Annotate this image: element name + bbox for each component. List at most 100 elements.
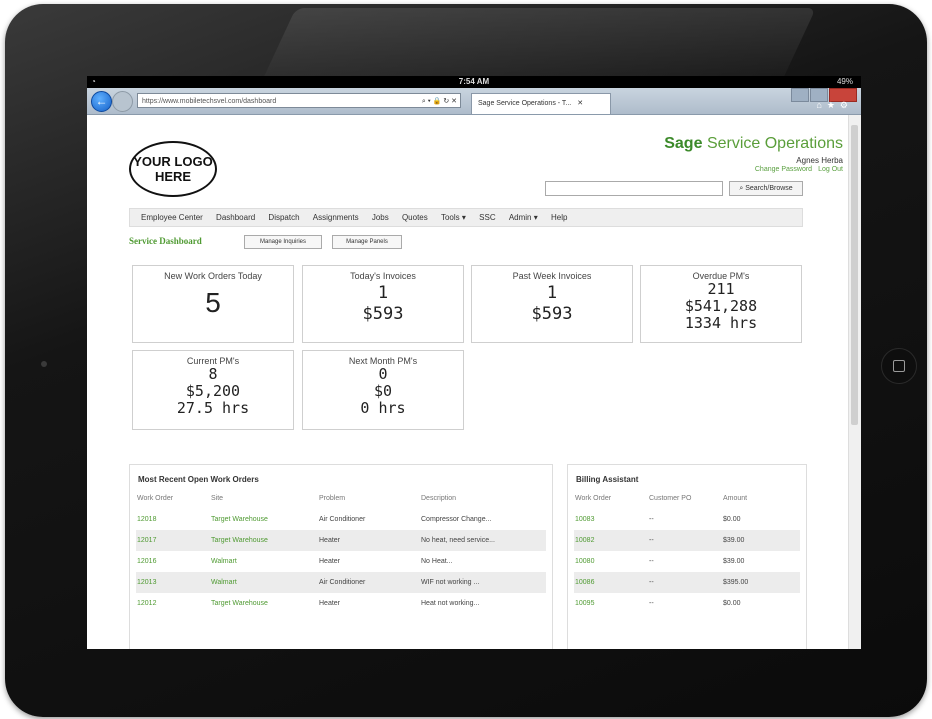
card-next-month-pms[interactable]: Next Month PM's 0 $0 0 hrs [302, 350, 464, 430]
card-overdue-pms[interactable]: Overdue PM's 211 $541,288 1334 hrs [640, 265, 802, 343]
description-cell: No Heat... [421, 558, 453, 565]
back-button[interactable]: ← [91, 91, 112, 112]
work-order-link[interactable]: 10082 [574, 530, 648, 551]
table-header: Work Order Site Problem Description [136, 488, 546, 509]
tab-title: Sage Service Operations - T... [478, 100, 572, 107]
search-browse-button[interactable]: ⌕ Search/Browse [729, 181, 803, 196]
table-row[interactable]: 12017 Target Warehouse Heater No heat, n… [136, 530, 546, 551]
browser-tab[interactable]: Sage Service Operations - T... ✕ [471, 93, 611, 114]
menu-help[interactable]: Help [551, 209, 567, 226]
card-current-pms[interactable]: Current PM's 8 $5,200 27.5 hrs [132, 350, 294, 430]
table-row[interactable]: 10080 -- $39.00 [574, 551, 800, 572]
card-title: Past Week Invoices [512, 271, 592, 281]
work-order-link[interactable]: 10083 [574, 509, 648, 530]
table-row[interactable]: 10095 -- $0.00 [574, 593, 800, 614]
table-row[interactable]: 10086 -- $395.00 [574, 572, 800, 593]
table-header: Work Order Customer PO Amount [574, 488, 800, 509]
col-site: Site [211, 495, 224, 502]
card-amount: $0 [373, 382, 393, 400]
card-count: 211 [707, 280, 735, 298]
battery-level: 49% [836, 77, 853, 86]
amount-cell: $0.00 [723, 600, 741, 607]
log-out-link[interactable]: Log Out [818, 166, 843, 173]
amount-cell: $0.00 [723, 516, 741, 523]
menu-quotes[interactable]: Quotes [402, 209, 428, 226]
card-count: 0 [378, 365, 388, 383]
page-title: Service Dashboard [129, 236, 202, 246]
table-row[interactable]: 12012 Target Warehouse Heater Heat not w… [136, 593, 546, 614]
card-past-week-invoices[interactable]: Past Week Invoices 1 $593 [471, 265, 633, 343]
table-row[interactable]: 10082 -- $39.00 [574, 530, 800, 551]
open-work-orders-panel: Most Recent Open Work Orders Work Order … [129, 464, 553, 649]
home-button[interactable] [881, 348, 917, 384]
menu-dashboard[interactable]: Dashboard [216, 209, 255, 226]
work-order-link[interactable]: 12013 [136, 572, 210, 593]
brand-rest: Service Operations [706, 135, 843, 152]
work-order-link[interactable]: 10086 [574, 572, 648, 593]
table-row[interactable]: 10083 -- $0.00 [574, 509, 800, 530]
amount-cell: $39.00 [723, 558, 745, 565]
card-new-work-orders[interactable]: New Work Orders Today 5 [132, 265, 294, 343]
site-link[interactable]: Walmart [210, 551, 318, 572]
menu-admin[interactable]: Admin ▾ [509, 209, 538, 226]
customer-po-cell: -- [649, 600, 654, 607]
status-bar: ◔ 7:54 AM 49% [87, 76, 861, 88]
menu-employee-center[interactable]: Employee Center [141, 209, 203, 226]
brand-title: Sage Service Operations [664, 135, 843, 153]
panel-title: Most Recent Open Work Orders [138, 475, 259, 484]
camera-dot [41, 361, 47, 367]
vertical-scrollbar[interactable] [848, 115, 861, 649]
work-order-link[interactable]: 10095 [574, 593, 648, 614]
forward-button[interactable] [112, 91, 133, 112]
status-time: 7:54 AM [458, 77, 490, 86]
work-order-link[interactable]: 12012 [136, 593, 210, 614]
manage-panels-button[interactable]: Manage Panels [332, 235, 402, 249]
minimize-button[interactable] [791, 88, 809, 102]
amount-cell: $39.00 [722, 530, 800, 551]
description-cell: Compressor Change... [421, 516, 492, 523]
menu-tools[interactable]: Tools ▾ [441, 209, 466, 226]
address-bar[interactable]: https://www.mobiletechsvel.com/dashboard… [137, 93, 461, 108]
menu-assignments[interactable]: Assignments [313, 209, 359, 226]
menu-jobs[interactable]: Jobs [372, 209, 389, 226]
card-value: 5 [205, 287, 221, 318]
table-row[interactable]: 12018 Target Warehouse Air Conditioner C… [136, 509, 546, 530]
manage-inquiries-button[interactable]: Manage Inquiries [244, 235, 322, 249]
change-password-link[interactable]: Change Password [755, 166, 812, 173]
site-link[interactable]: Target Warehouse [210, 530, 318, 551]
work-orders-table: Work Order Site Problem Description 1201… [136, 488, 546, 614]
col-amount: Amount [723, 495, 748, 502]
back-arrow-icon: ← [95, 94, 108, 108]
problem-cell: Heater [319, 600, 341, 607]
description-cell: No heat, need service... [420, 530, 546, 551]
work-order-link[interactable]: 12018 [136, 509, 210, 530]
menu-ssc[interactable]: SSC [479, 209, 495, 226]
card-title: Today's Invoices [350, 271, 416, 281]
site-link[interactable]: Target Warehouse [210, 593, 318, 614]
card-hours: 1334 hrs [684, 314, 758, 332]
card-amount: $593 [362, 304, 404, 324]
table-row[interactable]: 12013 Walmart Air Conditioner WIF not wo… [136, 572, 546, 593]
search-input[interactable] [545, 181, 723, 196]
site-link[interactable]: Target Warehouse [210, 509, 318, 530]
home-icon [893, 360, 905, 372]
description-cell: Heat not working... [421, 600, 480, 607]
table-row[interactable]: 12016 Walmart Heater No Heat... [136, 551, 546, 572]
tab-close-icon[interactable]: ✕ [577, 100, 583, 107]
site-link[interactable]: Walmart [210, 572, 318, 593]
card-todays-invoices[interactable]: Today's Invoices 1 $593 [302, 265, 464, 343]
address-controls[interactable]: ⌕ ▾ 🔒 ↻ ✕ [422, 94, 457, 107]
card-count: 1 [546, 283, 558, 303]
user-name: Agnes Herba [796, 156, 843, 165]
work-order-link[interactable]: 10080 [574, 551, 648, 572]
work-order-link[interactable]: 12017 [136, 530, 210, 551]
scrollbar-thumb[interactable] [851, 125, 858, 425]
billing-assistant-panel: Billing Assistant Work Order Customer PO… [567, 464, 807, 649]
work-order-link[interactable]: 12016 [136, 551, 210, 572]
menu-dispatch[interactable]: Dispatch [268, 209, 299, 226]
card-hours: 0 hrs [360, 399, 406, 417]
card-amount: $593 [531, 304, 573, 324]
tablet-screen: ◔ 7:54 AM 49% ← https://www.mobiletechsv… [87, 76, 861, 649]
brand-bold: Sage [664, 135, 703, 152]
browser-tools-icons[interactable]: ⌂★⚙ [816, 100, 853, 111]
